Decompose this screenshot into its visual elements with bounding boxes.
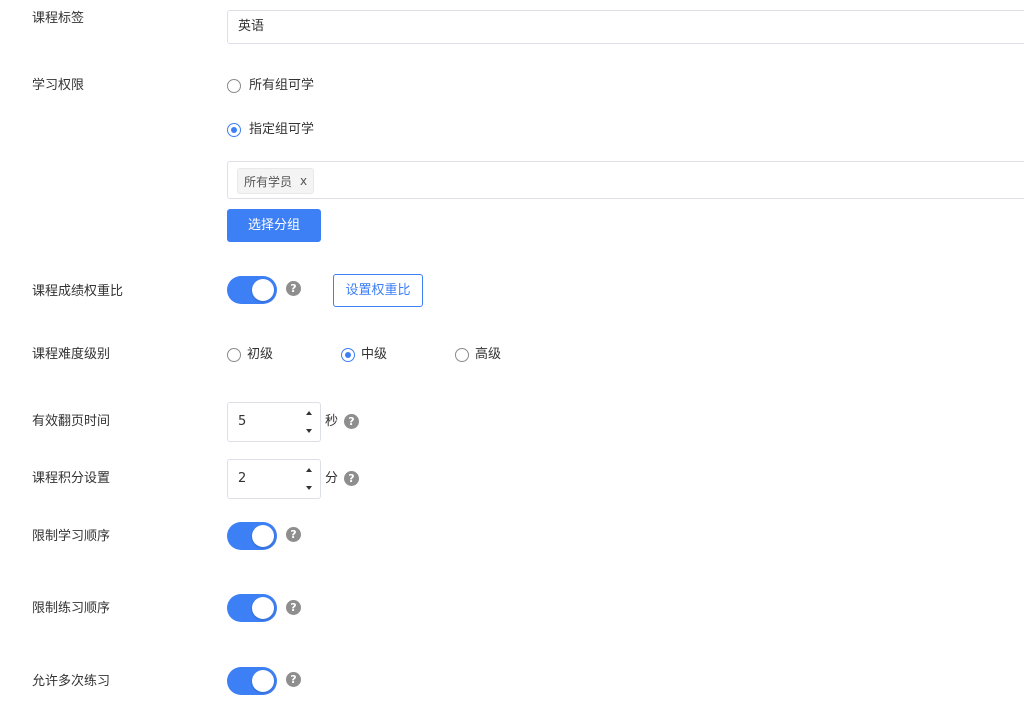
radio-advanced-circle[interactable] (455, 348, 469, 362)
radio-specified-groups-circle[interactable] (227, 123, 241, 137)
tag-close-icon[interactable]: x (300, 174, 307, 188)
allow-multiple-practice-toggle[interactable] (227, 667, 277, 695)
help-icon[interactable]: ? (344, 471, 359, 486)
decrement-arrow-icon[interactable] (306, 486, 312, 490)
help-icon[interactable]: ? (286, 600, 301, 615)
selected-groups-box[interactable]: 所有学员 x (227, 161, 1024, 199)
radio-advanced-label: 高级 (475, 347, 502, 362)
radio-intermediate-circle[interactable] (341, 348, 355, 362)
increment-arrow-icon[interactable] (306, 468, 312, 472)
toggle-knob (252, 525, 274, 547)
points-value[interactable]: 2 (238, 460, 246, 498)
toggle-knob (252, 670, 274, 692)
radio-difficulty-advanced[interactable]: 高级 (455, 346, 501, 364)
page-time-stepper[interactable]: 5 (227, 402, 321, 442)
page-time-label: 有效翻页时间 (32, 414, 111, 429)
study-permission-label: 学习权限 (32, 78, 85, 93)
help-icon[interactable]: ? (286, 672, 301, 687)
score-weight-toggle[interactable] (227, 276, 277, 304)
points-unit: 分 (325, 471, 339, 486)
course-tag-label: 课程标签 (32, 11, 85, 26)
select-group-button[interactable]: 选择分组 (227, 209, 321, 242)
radio-all-groups[interactable]: 所有组可学 (227, 77, 314, 95)
limit-practice-order-toggle[interactable] (227, 594, 277, 622)
score-weight-label: 课程成绩权重比 (32, 284, 124, 299)
toggle-knob (252, 279, 274, 301)
limit-practice-order-label: 限制练习顺序 (32, 601, 111, 616)
points-stepper[interactable]: 2 (227, 459, 321, 499)
decrement-arrow-icon[interactable] (306, 429, 312, 433)
toggle-knob (252, 597, 274, 619)
points-label: 课程积分设置 (32, 471, 111, 486)
page-time-value[interactable]: 5 (238, 403, 246, 441)
limit-study-order-toggle[interactable] (227, 522, 277, 550)
help-icon[interactable]: ? (286, 281, 301, 296)
difficulty-label: 课程难度级别 (32, 347, 111, 362)
help-icon[interactable]: ? (344, 414, 359, 429)
radio-intermediate-label: 中级 (361, 347, 388, 362)
stepper-arrows (298, 460, 320, 498)
page-time-unit: 秒 (325, 414, 339, 429)
allow-multiple-practice-label: 允许多次练习 (32, 674, 111, 689)
set-weight-button[interactable]: 设置权重比 (333, 274, 423, 307)
radio-beginner-circle[interactable] (227, 348, 241, 362)
radio-specified-groups-label: 指定组可学 (249, 122, 315, 137)
limit-study-order-label: 限制学习顺序 (32, 529, 111, 544)
radio-all-groups-circle[interactable] (227, 79, 241, 93)
course-tag-input[interactable]: 英语 (227, 10, 1024, 44)
increment-arrow-icon[interactable] (306, 411, 312, 415)
group-tag-all-students: 所有学员 x (237, 168, 315, 194)
group-tag-label: 所有学员 (244, 174, 293, 189)
radio-all-groups-label: 所有组可学 (249, 78, 315, 93)
stepper-arrows (298, 403, 320, 441)
radio-difficulty-intermediate[interactable]: 中级 (341, 346, 387, 364)
help-icon[interactable]: ? (286, 527, 301, 542)
radio-beginner-label: 初级 (247, 347, 274, 362)
radio-specified-groups[interactable]: 指定组可学 (227, 121, 314, 139)
radio-difficulty-beginner[interactable]: 初级 (227, 346, 273, 364)
